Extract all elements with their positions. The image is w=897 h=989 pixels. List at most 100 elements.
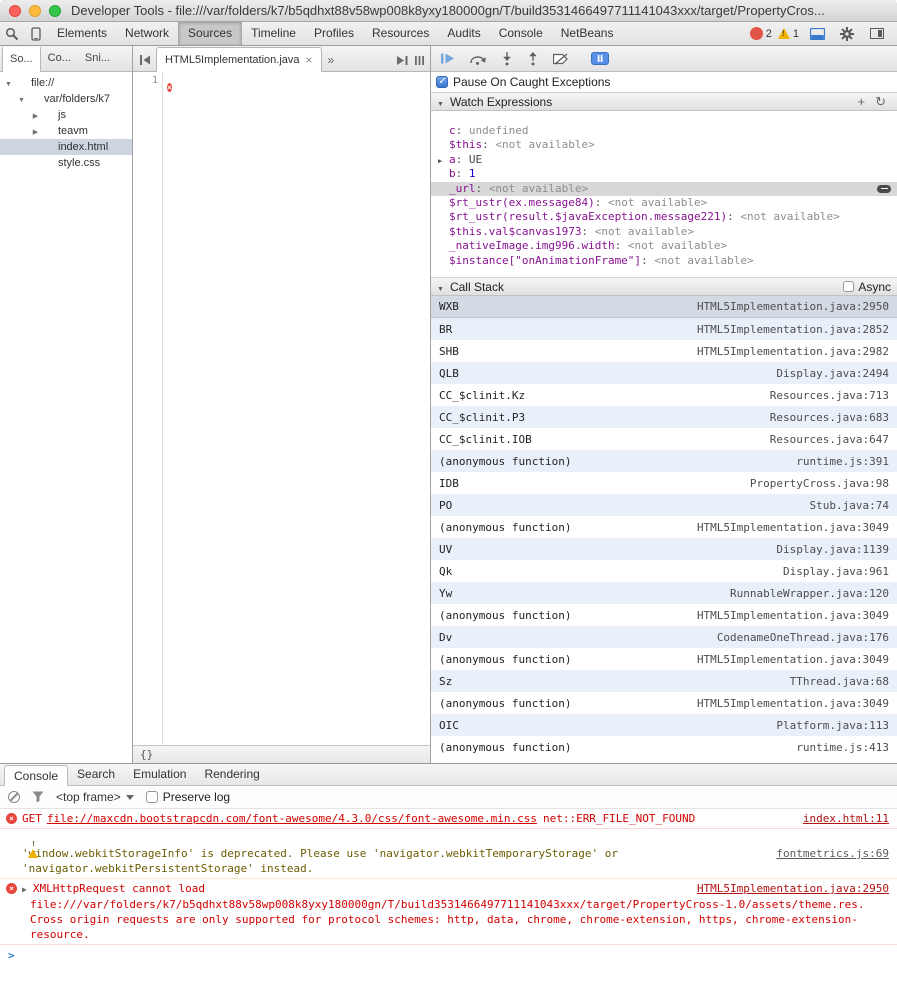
request-url-link[interactable]: file://maxcdn.bootstrapcdn.com/font-awes…: [47, 812, 537, 825]
line-gutter[interactable]: 1: [133, 72, 163, 745]
call-stack-frame[interactable]: OIC Platform.java:113: [431, 714, 897, 736]
hide-navigator-button[interactable]: [135, 54, 156, 71]
call-stack-frame[interactable]: WXB HTML5Implementation.java:2950: [431, 296, 897, 318]
resume-button[interactable]: [440, 53, 455, 64]
expand-arrow-icon[interactable]: [438, 153, 442, 168]
watch-expression[interactable]: $this.val$canvas1973<not available>: [431, 225, 897, 239]
tree-item[interactable]: style.css: [0, 155, 132, 171]
toggle-drawer-button[interactable]: [805, 28, 829, 40]
panel-tab[interactable]: Network: [116, 22, 178, 45]
disclosure-arrow-icon[interactable]: [30, 109, 41, 121]
section-collapse-icon[interactable]: [437, 95, 450, 109]
call-stack-frame[interactable]: (anonymous function) HTML5Implementation…: [431, 604, 897, 626]
source-location-link[interactable]: fontmetrics.js:69: [776, 846, 889, 876]
code-area[interactable]: [163, 72, 430, 745]
watch-expressions-header[interactable]: Watch Expressions + ↻: [431, 92, 897, 111]
execution-context-selector[interactable]: <top frame>: [56, 790, 134, 804]
warning-badge-icon[interactable]: [778, 28, 790, 39]
navigator-tab[interactable]: Sni...: [78, 46, 117, 71]
clear-console-icon[interactable]: [8, 791, 20, 803]
call-stack-frame[interactable]: Dv CodenameOneThread.java:176: [431, 626, 897, 648]
disclosure-arrow-icon[interactable]: [16, 93, 27, 105]
close-tab-icon[interactable]: [306, 53, 313, 67]
panel-tab[interactable]: Audits: [438, 22, 489, 45]
refresh-watch-button[interactable]: ↻: [870, 94, 891, 110]
call-stack-header[interactable]: Call Stack Async: [431, 277, 897, 296]
call-stack-frame[interactable]: BR HTML5Implementation.java:2852: [431, 318, 897, 340]
step-into-button[interactable]: [501, 52, 513, 66]
dock-side-button[interactable]: [865, 28, 889, 39]
disclosure-arrow-icon[interactable]: [3, 77, 14, 89]
drawer-tab[interactable]: Emulation: [124, 764, 195, 785]
panel-tab[interactable]: Elements: [48, 22, 116, 45]
panel-tab[interactable]: NetBeans: [552, 22, 623, 45]
watch-expression[interactable]: _nativeImage.img996.width<not available>: [431, 239, 897, 253]
call-stack-frame[interactable]: Sz TThread.java:68: [431, 670, 897, 692]
call-stack-frame[interactable]: Yw RunnableWrapper.java:120: [431, 582, 897, 604]
expand-message-icon[interactable]: [22, 882, 33, 895]
call-stack-frame[interactable]: QLB Display.java:2494: [431, 362, 897, 384]
console-prompt[interactable]: >: [0, 945, 897, 966]
watch-expression[interactable]: $instance["onAnimationFrame"]<not availa…: [431, 254, 897, 268]
watch-expression[interactable]: $this<not available>: [431, 138, 897, 152]
call-stack-frame[interactable]: (anonymous function) HTML5Implementation…: [431, 516, 897, 538]
call-stack-frame[interactable]: Qk Display.java:961: [431, 560, 897, 582]
source-location-link[interactable]: index.html:11: [803, 811, 889, 826]
editor-tab[interactable]: HTML5Implementation.java: [156, 47, 322, 72]
section-collapse-icon[interactable]: [437, 280, 450, 294]
drawer-tab[interactable]: Rendering: [195, 764, 268, 785]
watch-expression[interactable]: cundefined: [431, 124, 897, 138]
tree-item[interactable]: index.html: [0, 139, 132, 155]
disclosure-arrow-icon[interactable]: [30, 125, 41, 137]
deactivate-breakpoints-button[interactable]: [553, 53, 569, 65]
panel-tab[interactable]: Sources: [178, 22, 242, 45]
close-window-button[interactable]: [9, 5, 21, 17]
call-stack-frame[interactable]: (anonymous function) HTML5Implementation…: [431, 692, 897, 714]
zoom-window-button[interactable]: [49, 5, 61, 17]
watch-expression[interactable]: $rt_ustr(ex.message84)<not available>: [431, 196, 897, 210]
call-stack-frame[interactable]: CC_$clinit.Kz Resources.java:713: [431, 384, 897, 406]
more-tabs-button[interactable]: »: [322, 53, 341, 71]
drawer-tab[interactable]: Console: [4, 765, 68, 786]
call-stack-frame[interactable]: (anonymous function) HTML5Implementation…: [431, 648, 897, 670]
settings-button[interactable]: [835, 27, 859, 41]
call-stack-frame[interactable]: CC_$clinit.P3 Resources.java:683: [431, 406, 897, 428]
watch-expression[interactable]: aUE: [431, 153, 897, 167]
panel-tab[interactable]: Resources: [363, 22, 438, 45]
minimize-window-button[interactable]: [29, 5, 41, 17]
source-location-link[interactable]: HTML5Implementation.java:2950: [697, 881, 889, 897]
warning-count[interactable]: 1: [793, 28, 799, 40]
preserve-log-checkbox[interactable]: [146, 791, 158, 803]
call-stack-frame[interactable]: (anonymous function) runtime.js:391: [431, 450, 897, 472]
panel-tab[interactable]: Profiles: [305, 22, 363, 45]
call-stack-frame[interactable]: CC_$clinit.IOB Resources.java:647: [431, 428, 897, 450]
inspect-element-button[interactable]: [0, 22, 24, 45]
error-count[interactable]: 2: [766, 28, 772, 40]
device-mode-button[interactable]: [24, 22, 48, 45]
tree-item[interactable]: var/folders/k7: [0, 91, 132, 107]
tree-item[interactable]: file://: [0, 75, 132, 91]
call-stack-frame[interactable]: PO Stub.java:74: [431, 494, 897, 516]
step-out-button[interactable]: [527, 52, 539, 66]
call-stack-frame[interactable]: SHB HTML5Implementation.java:2982: [431, 340, 897, 362]
tree-item[interactable]: teavm: [0, 123, 132, 139]
pretty-print-button[interactable]: {}: [133, 748, 160, 761]
delete-watch-icon[interactable]: [877, 185, 891, 193]
navigator-tab[interactable]: Co...: [41, 46, 78, 71]
line-number[interactable]: 1: [152, 75, 158, 86]
watch-expression[interactable]: b1: [431, 167, 897, 181]
pause-on-exceptions-button[interactable]: [591, 52, 609, 65]
panel-tab[interactable]: Timeline: [242, 22, 305, 45]
editor-action-button[interactable]: [396, 55, 414, 71]
add-watch-button[interactable]: +: [853, 94, 871, 109]
watch-expression[interactable]: $rt_ustr(result.$javaException.message22…: [431, 210, 897, 224]
code-editor[interactable]: 1: [133, 72, 430, 745]
call-stack-frame[interactable]: IDB PropertyCross.java:98: [431, 472, 897, 494]
watch-expression[interactable]: _url<not available>: [431, 182, 897, 196]
editor-options-button[interactable]: [414, 55, 430, 71]
call-stack-frame[interactable]: UV Display.java:1139: [431, 538, 897, 560]
pause-on-caught-checkbox[interactable]: [436, 76, 448, 88]
step-over-button[interactable]: [469, 53, 487, 65]
drawer-tab[interactable]: Search: [68, 764, 124, 785]
navigator-tab[interactable]: So...: [2, 47, 41, 72]
